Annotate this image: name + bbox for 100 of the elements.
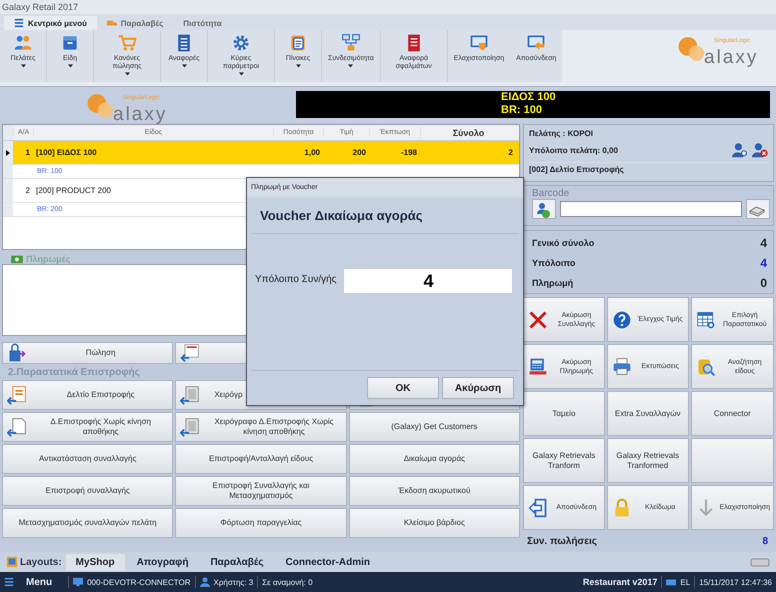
document-icon [180,385,200,405]
action-button[interactable]: Galaxy Retrievals Tranformed [606,438,689,484]
action-button[interactable]: Χειρόγραφο Δ.Επιστροφής Χωρίς κίνηση αποθήκης [175,412,347,442]
panel-title: Barcode [532,188,570,199]
action-button[interactable]: Πώληση [2,342,174,364]
document-icon [180,417,200,437]
action-button[interactable]: Δικαίωμα αγοράς [348,444,520,474]
printer-icon [612,356,632,377]
dialog-heading: Voucher Δικαίωμα αγοράς [260,208,423,222]
action-button[interactable]: Ταμείο [523,391,605,436]
ribbon-tab[interactable]: Πιστότητα [173,16,232,30]
table-cell-text: 200 [352,148,367,157]
total-value: 4 [760,256,767,270]
truck-icon [106,18,117,28]
customer-name: Πελάτης : ΚΟΡΟΙ [529,129,594,138]
display-line: BR: 100 [501,104,542,117]
person-icon [535,202,551,218]
barcode-field[interactable] [560,200,742,217]
layout-tab[interactable]: Απογραφή [126,554,198,570]
action-button[interactable]: Φόρτωση παραγγελίας [175,508,347,538]
table-cell-text: -198 [400,148,418,157]
section-title: 2.Παραστατικά Επιστροφής [8,366,140,378]
monitor-icon [73,577,84,587]
action-button[interactable]: Επιστροφή/Ανταλλαγή είδους [175,444,347,474]
language: EL [680,578,690,586]
action-button[interactable]: Galaxy Retrievals Tranform [523,438,605,484]
gear-icon [231,33,251,53]
help-icon [612,310,632,330]
total-label: Υπόλοιπο [532,258,576,268]
logo-brand: alaxy [113,104,168,126]
dialog-button[interactable]: Ακύρωση [442,377,514,399]
table-icon [696,310,716,330]
layout-tab[interactable]: MyShop [66,554,125,570]
table-cell-text: 1,00 [303,148,321,157]
column-header[interactable]: Σύνολο [420,128,516,138]
cart-icon [117,33,137,53]
action-button[interactable]: Extra Συναλλαγών [606,391,689,436]
action-button[interactable]: Connector [690,391,774,436]
money-icon [11,254,23,264]
customer-balance: Υπόλοιπο πελάτη: 0,00 [529,146,618,154]
user-search-icon[interactable] [732,142,748,158]
dialog-button[interactable]: OK [367,377,439,399]
date-time: 15/11/2017 12:47:36 [699,578,772,586]
user-remove-icon[interactable] [752,142,768,158]
table-cell-text: 2 [508,148,514,157]
user-count: Χρήστης: 3 [214,578,254,586]
user-icon [200,577,210,587]
database-icon [696,356,716,377]
table-cell-text: 2 [24,186,31,195]
close-icon [528,310,548,330]
total-label: Γενικό σύνολο [532,238,594,248]
terminal-name: 000-DEVOTR-CONNECTOR [87,578,191,586]
table-cell-text: [100] ΕΙΔΟΣ 100 [35,148,98,157]
total-label: Πληρωμή [532,278,574,288]
network-icon [340,33,361,53]
action-button[interactable]: Έκδοση ακυρωτικού [348,476,520,506]
row-header[interactable] [3,141,13,164]
document-type: [002] Δελτίο Επιστροφής [529,162,768,174]
register-icon [528,356,548,377]
logo-brand: alaxy [704,47,758,69]
sales-count: 8 [762,536,768,547]
action-button[interactable]: Δ.Επιστροφής Χωρίς κίνηση αποθήκης [2,412,174,442]
menu-icon [14,18,24,28]
customer-add-button[interactable] [532,198,556,219]
action-button[interactable]: Επιστροφή συναλλαγής [2,476,174,506]
display-line: ΕΙΔΟΣ 100 [501,91,556,104]
menu-button[interactable]: Menu [26,576,52,588]
menu-icon[interactable] [4,577,14,587]
form-icon [180,343,200,363]
keyboard-icon[interactable] [750,558,770,566]
total-value: 0 [760,276,767,290]
total-value: 4 [760,236,767,250]
bag-icon [7,343,27,363]
layout-tab[interactable]: Connector-Admin [276,554,380,570]
ribbon-tab[interactable]: Παραλαβές [96,16,174,30]
panel-title: Πληρωμές [26,254,70,264]
action-button[interactable]: (Galaxy) Get Customers [348,412,520,442]
action-button[interactable]: Αντικατάσταση συναλλαγής [2,444,174,474]
action-button[interactable]: Κλείσιμο βάρδιος [348,508,520,538]
action-button[interactable]: Επιστροφή Συναλλαγής και Μετασχηματισμός [175,476,347,506]
table-cell-text: 1 [24,148,31,157]
sales-label: Συν. πωλήσεις [527,536,597,547]
monitor-icon [468,33,489,53]
product-version: Restaurant v2017 [582,577,658,587]
layout-tab[interactable]: Παραλαβές [200,554,274,570]
action-button[interactable]: Δελτίο Επιστροφής [2,380,174,410]
amount-field[interactable]: 4 [343,268,514,294]
action-button[interactable]: Μετασχηματισμός συναλλαγών πελάτη [2,508,174,538]
waiting-count: Σε αναμονή: 0 [262,578,313,586]
keyboard-button[interactable] [746,198,770,219]
layouts-label: Layouts: [20,556,62,568]
exit-icon [528,498,548,518]
keyboard-icon [666,577,676,587]
ribbon-tab[interactable]: Κεντρικό μενού [4,16,97,30]
field-label: Υπόλοιπο Συν/γής [255,274,336,285]
window-title: Galaxy Retail 2017 [2,2,78,12]
document-icon [7,385,27,405]
grid-row[interactable]: 1 [100] ΕΙΔΟΣ 100 1,00 200 -198 2 [3,141,519,165]
row-pointer-icon [6,150,10,156]
layout-icon [6,556,18,568]
